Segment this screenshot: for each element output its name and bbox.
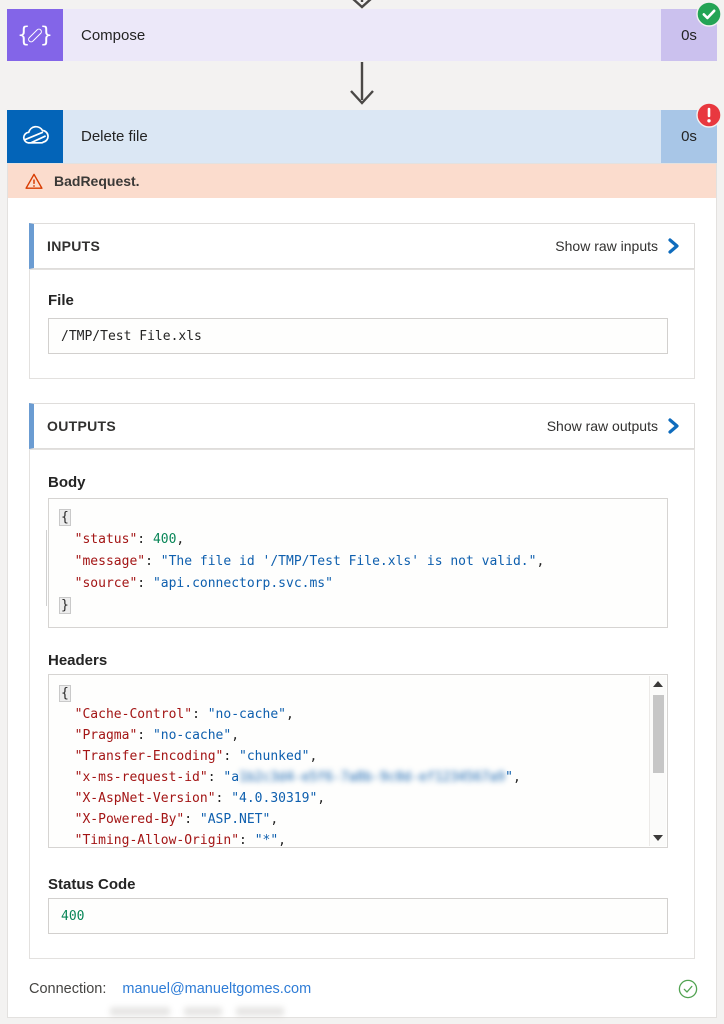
- delete-file-action-card[interactable]: Delete file 0s: [7, 102, 722, 163]
- chevron-right-icon: [668, 418, 679, 434]
- redacted-smudge: [110, 1007, 310, 1016]
- error-exclamation-badge-icon: [696, 102, 722, 128]
- outputs-panel: Body { "status": 400, "message": "The fi…: [29, 449, 695, 959]
- scroll-down-button[interactable]: [650, 830, 667, 846]
- flow-arrow-top: [352, 0, 372, 9]
- indent-guide: [46, 530, 47, 606]
- warning-triangle-icon: [25, 173, 43, 189]
- success-check-badge-icon: [696, 1, 722, 27]
- show-raw-inputs-link[interactable]: Show raw inputs: [555, 238, 680, 254]
- error-message: BadRequest.: [54, 173, 140, 189]
- body-label: Body: [48, 474, 86, 491]
- headers-json-box[interactable]: { "Cache-Control": "no-cache", "Pragma":…: [48, 674, 668, 848]
- scrollbar-track[interactable]: [652, 692, 664, 830]
- show-raw-outputs-label: Show raw outputs: [546, 418, 658, 434]
- connection-label: Connection:: [29, 981, 107, 997]
- connection-row: Connection: manuel@manueltgomes.com: [29, 976, 698, 1002]
- show-raw-inputs-label: Show raw inputs: [555, 238, 658, 254]
- scroll-up-button[interactable]: [650, 676, 667, 692]
- chevron-right-icon: [668, 238, 679, 254]
- body-json-box: { "status": 400, "message": "The file id…: [48, 498, 668, 628]
- inputs-title: INPUTS: [47, 238, 101, 254]
- delete-file-title: Delete file: [63, 110, 661, 163]
- status-code-label: Status Code: [48, 876, 136, 893]
- inputs-section-header[interactable]: INPUTS Show raw inputs: [29, 223, 695, 269]
- file-field-value[interactable]: /TMP/Test File.xls: [48, 318, 668, 354]
- scrollbar[interactable]: [649, 676, 666, 846]
- outputs-section-header[interactable]: OUTPUTS Show raw outputs: [29, 403, 695, 449]
- file-field-label: File: [48, 292, 74, 309]
- compose-action-card[interactable]: {} Compose 0s: [7, 1, 722, 61]
- flow-arrow-icon: [350, 62, 374, 105]
- connection-valid-check-icon: [678, 979, 698, 999]
- outputs-title: OUTPUTS: [47, 418, 116, 434]
- headers-label: Headers: [48, 652, 108, 669]
- connection-email-link[interactable]: manuel@manueltgomes.com: [122, 981, 311, 997]
- error-banner: BadRequest.: [8, 164, 716, 198]
- run-details-card: BadRequest. INPUTS Show raw inputs File …: [7, 163, 717, 1018]
- onedrive-cloud-icon: [7, 110, 63, 163]
- compose-title: Compose: [63, 9, 661, 61]
- flow-run-view: {} Compose 0s Delete file 0s BadRequest.…: [0, 0, 724, 1024]
- scrollbar-thumb[interactable]: [652, 695, 664, 773]
- show-raw-outputs-link[interactable]: Show raw outputs: [547, 418, 680, 434]
- status-code-value: 400: [48, 898, 668, 934]
- inputs-panel: File /TMP/Test File.xls: [29, 269, 695, 379]
- compose-icon: {}: [7, 9, 63, 61]
